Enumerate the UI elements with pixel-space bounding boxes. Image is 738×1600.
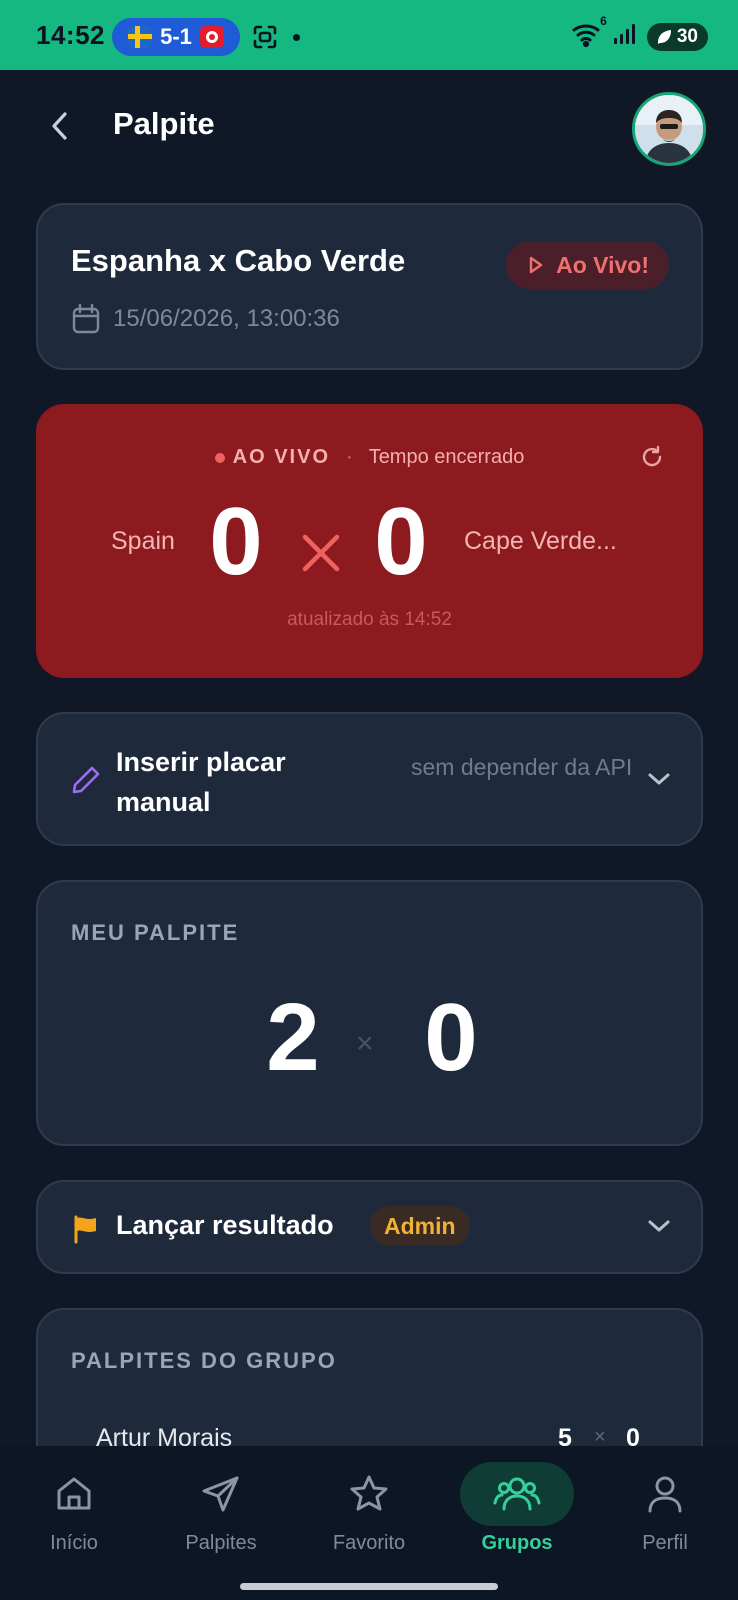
- away-team-name: Cape Verde...: [464, 527, 617, 555]
- chevron-left-icon: [52, 112, 67, 140]
- home-icon: [57, 1477, 91, 1510]
- chevron-down-icon[interactable]: [645, 769, 673, 794]
- nav-label: Favorito: [332, 1532, 406, 1554]
- status-time: 14:52: [36, 20, 105, 50]
- match-title: Espanha x Cabo Verde: [71, 243, 406, 278]
- page-title: Palpite: [113, 106, 215, 141]
- flag-icon: [71, 1214, 101, 1249]
- back-button[interactable]: [40, 106, 80, 146]
- versus-x-icon: [299, 531, 343, 580]
- wifi-badge: 6: [600, 14, 607, 28]
- match-card: Espanha x Cabo Verde Ao Vivo! 15/06/2026…: [36, 203, 703, 370]
- chevron-down-icon[interactable]: [645, 1216, 673, 1241]
- live-status-line: AO VIVO · Tempo encerrado: [36, 446, 703, 469]
- live-score-pill[interactable]: 5-1: [112, 18, 240, 56]
- pencil-icon: [70, 764, 102, 801]
- home-team-name: Spain: [111, 527, 175, 555]
- gesture-area: [0, 1570, 738, 1600]
- refresh-button[interactable]: [639, 444, 665, 475]
- match-datetime-row: 15/06/2026, 13:00:36: [71, 303, 340, 335]
- nav-label: Grupos: [481, 1532, 553, 1554]
- live-status-chip[interactable]: Ao Vivo!: [506, 241, 669, 289]
- home-gesture-bar[interactable]: [240, 1583, 498, 1590]
- home-goals: 0: [209, 488, 263, 595]
- app-header: Palpite: [0, 70, 738, 180]
- wifi-icon: 6: [571, 14, 607, 53]
- signal-icon: [613, 22, 639, 51]
- manual-score-title: Inserir placar manual: [116, 747, 286, 817]
- tunisia-flag-icon: [199, 26, 224, 48]
- nav-label: Perfil: [642, 1532, 688, 1554]
- status-bar: 14:52 5-1 6 30: [0, 0, 738, 70]
- match-status: Tempo encerrado: [368, 446, 525, 468]
- my-guess-label: MEU PALPITE: [71, 920, 240, 945]
- live-chip-label: Ao Vivo!: [556, 251, 649, 278]
- sweden-flag-icon: [128, 26, 153, 48]
- nav-item-grupos[interactable]: Grupos: [457, 1446, 577, 1570]
- battery-indicator: 30: [646, 22, 708, 51]
- manual-score-hint: sem depender da API: [411, 754, 633, 780]
- star-icon: [350, 1475, 388, 1511]
- battery-leaf-icon: [657, 29, 671, 44]
- avatar[interactable]: [632, 92, 706, 166]
- screenshot-icon: [252, 24, 278, 55]
- refresh-icon: [642, 445, 662, 467]
- bottom-navigation: Início Palpites Favorito Grupos Perfil: [0, 1446, 738, 1570]
- send-icon: [202, 1476, 239, 1512]
- launch-result-card[interactable]: Lançar resultado Admin: [36, 1180, 703, 1274]
- live-score-card: AO VIVO · Tempo encerrado Spain 0 0 Cape…: [36, 404, 703, 678]
- nav-item-favorito[interactable]: Favorito: [309, 1446, 429, 1570]
- status-icons: 6 30: [571, 14, 708, 53]
- users-icon: [493, 1477, 541, 1511]
- match-datetime: 15/06/2026, 13:00:36: [113, 305, 340, 332]
- user-icon: [648, 1476, 682, 1513]
- guess-away-goals: 0: [424, 984, 478, 1091]
- admin-badge: Admin: [370, 1206, 470, 1246]
- notification-dot-icon: [293, 34, 300, 41]
- my-guess-card: MEU PALPITE 2 × 0: [36, 880, 703, 1146]
- battery-level: 30: [676, 25, 698, 47]
- guess-separator: ×: [356, 1027, 374, 1060]
- live-label: AO VIVO: [232, 446, 331, 468]
- away-goals: 0: [374, 488, 428, 595]
- nav-label: Palpites: [185, 1532, 257, 1554]
- nav-label: Início: [50, 1532, 98, 1554]
- guess-home-goals: 2: [266, 984, 320, 1091]
- live-dot-icon: [214, 452, 225, 463]
- live-score-text: 5-1: [160, 24, 192, 49]
- nav-item-perfil[interactable]: Perfil: [605, 1446, 725, 1570]
- launch-result-title: Lançar resultado: [116, 1210, 334, 1240]
- nav-item-inicio[interactable]: Início: [14, 1446, 134, 1570]
- manual-score-card[interactable]: Inserir placar manual sem depender da AP…: [36, 712, 703, 846]
- updated-time: atualizado às 14:52: [287, 609, 452, 630]
- group-guesses-label: PALPITES DO GRUPO: [71, 1348, 337, 1373]
- nav-item-palpites[interactable]: Palpites: [161, 1446, 281, 1570]
- play-icon: [529, 256, 543, 274]
- calendar-icon: [72, 303, 100, 334]
- live-separator: ·: [346, 446, 353, 468]
